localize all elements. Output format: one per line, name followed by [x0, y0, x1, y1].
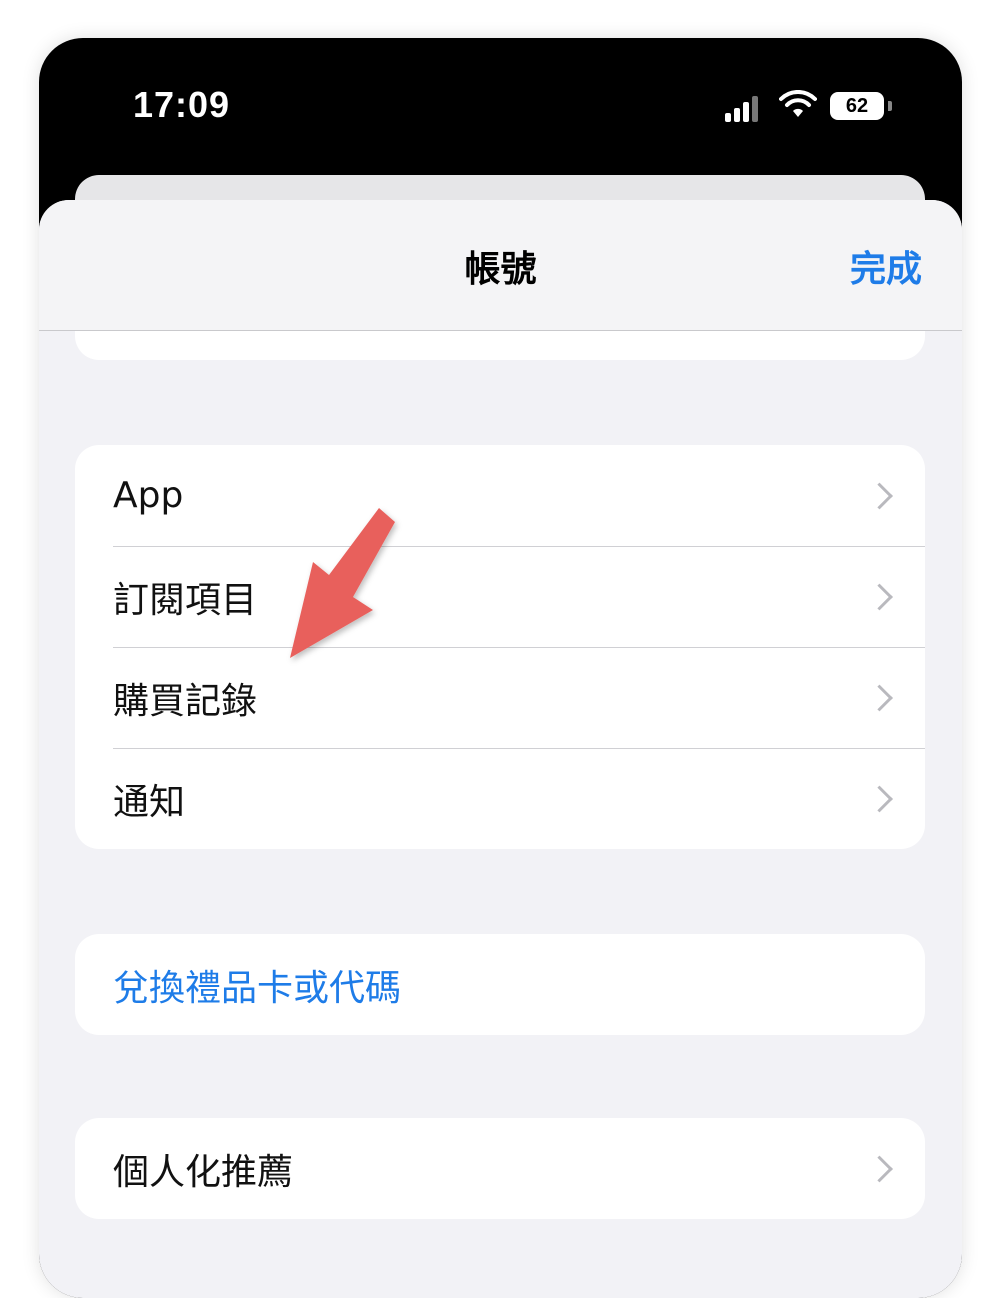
row-label: 通知	[113, 781, 186, 823]
row-label: 訂閱項目	[113, 579, 258, 621]
phone-frame: 17:09 62 帳號 完成 App 訂閱項目 購買記錄 通知 兌換禮品卡或代碼…	[39, 38, 962, 1298]
personalization-group: 個人化推薦	[75, 1118, 925, 1219]
row-personalized-recommendations[interactable]: 個人化推薦	[75, 1118, 925, 1219]
redeem-gift-card-button[interactable]: 兌換禮品卡或代碼	[75, 934, 925, 1035]
annotation-arrow-icon	[290, 508, 395, 658]
row-app[interactable]: App	[75, 445, 925, 546]
row-purchase-history[interactable]: 購買記錄	[75, 647, 925, 748]
chevron-right-icon	[866, 684, 893, 711]
redeem-label: 兌換禮品卡或代碼	[113, 967, 402, 1009]
row-label: 購買記錄	[113, 680, 258, 722]
done-button[interactable]: 完成	[850, 240, 922, 292]
row-subscriptions[interactable]: 訂閱項目	[75, 546, 925, 647]
chevron-right-icon	[866, 583, 893, 610]
battery-level: 62	[845, 95, 869, 117]
account-sheet: 帳號 完成 App 訂閱項目 購買記錄 通知 兌換禮品卡或代碼 個人化推薦	[39, 200, 962, 1298]
status-time: 17:09	[133, 84, 231, 125]
nav-bar: 帳號 完成	[39, 200, 962, 331]
battery-icon: 62	[830, 92, 884, 120]
wifi-icon	[779, 90, 817, 117]
redeem-group: 兌換禮品卡或代碼	[75, 934, 925, 1035]
account-menu-group: App 訂閱項目 購買記錄 通知	[75, 445, 925, 849]
page-title: 帳號	[464, 249, 537, 290]
chevron-right-icon	[866, 1155, 893, 1182]
battery-tip	[888, 101, 892, 111]
chevron-right-icon	[866, 482, 893, 509]
row-label: App	[113, 475, 184, 516]
chevron-right-icon	[866, 785, 893, 812]
row-notifications[interactable]: 通知	[75, 748, 925, 849]
cellular-signal-icon	[725, 94, 767, 122]
row-label: 個人化推薦	[113, 1151, 294, 1193]
